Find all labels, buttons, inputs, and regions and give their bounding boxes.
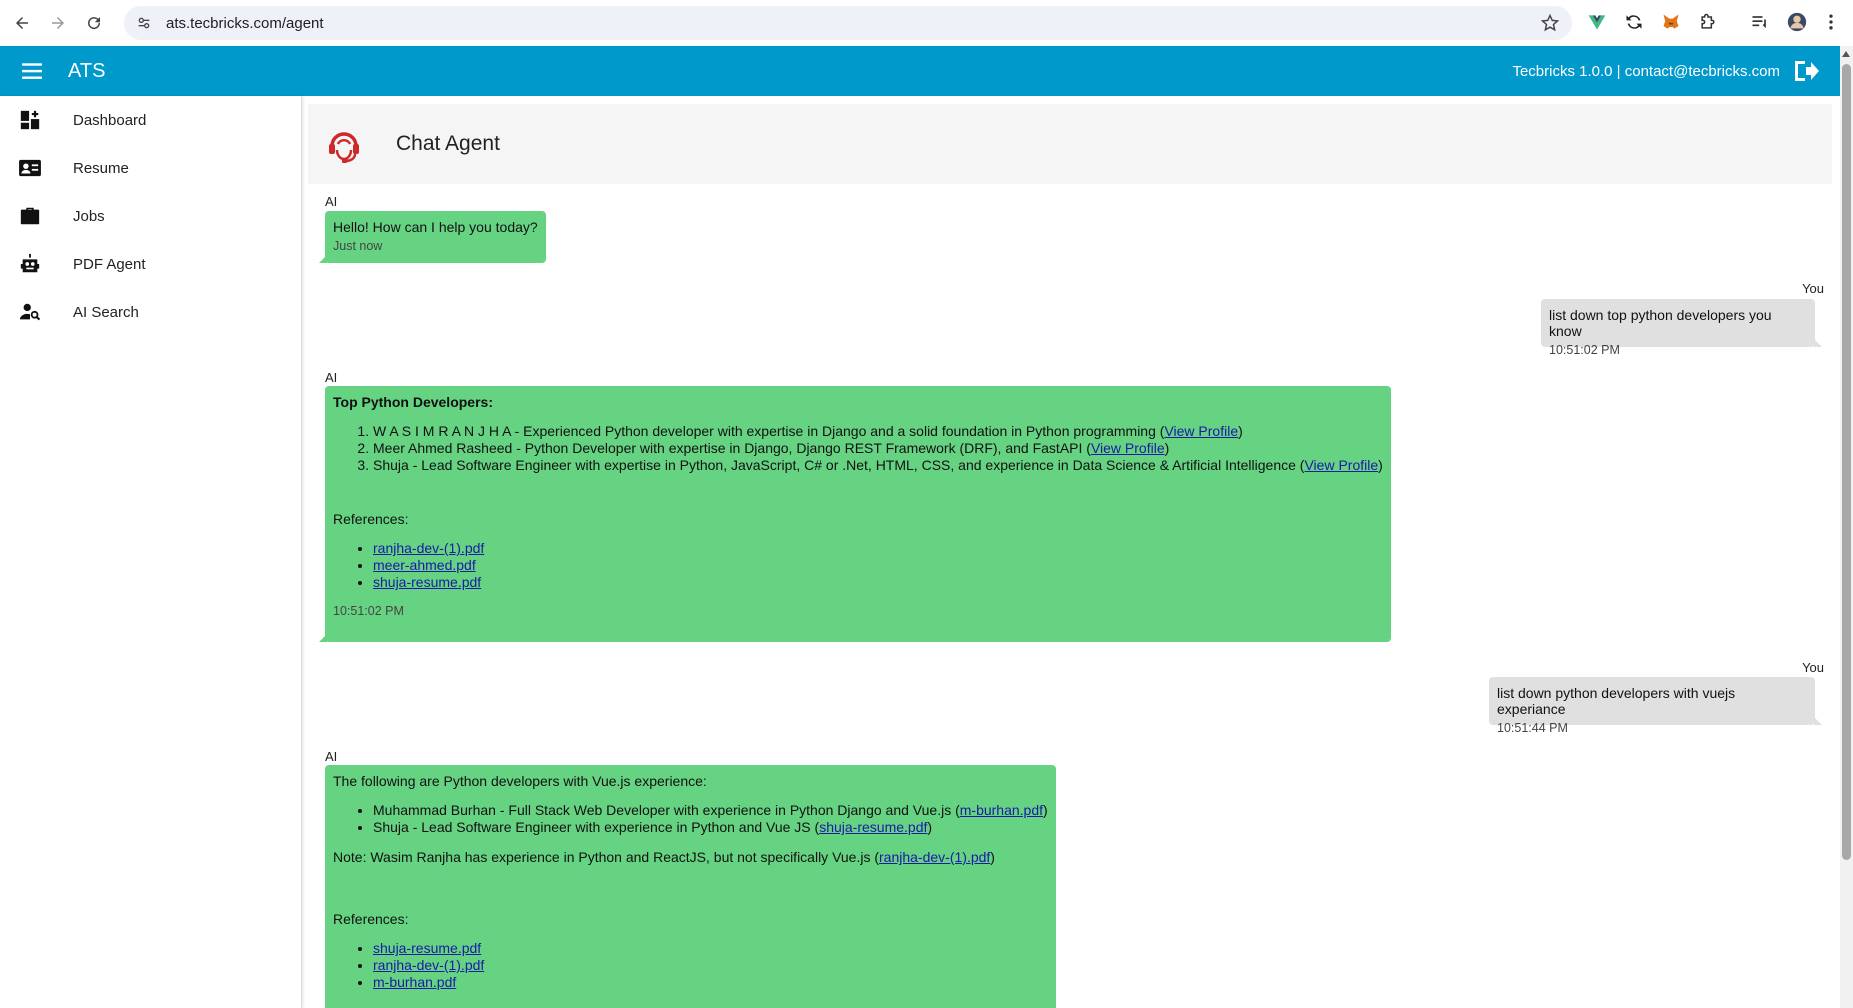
view-profile-link[interactable]: View Profile [1164,423,1238,439]
ai-message: Top Python Developers: W A S I M R A N J… [319,386,1391,642]
message-text: list down python developers with vuejs e… [1497,685,1736,717]
reading-list-icon[interactable] [1749,11,1771,33]
list-item: shuja-resume.pdf [373,940,1048,957]
hamburger-menu-icon[interactable] [18,60,46,82]
response-heading: Top Python Developers: [333,394,493,410]
message-text: Hello! How can I help you today? [333,219,538,235]
reference-link[interactable]: m-burhan.pdf [373,974,456,990]
app-bar: ATS Tecbricks 1.0.0 | contact@tecbricks.… [0,46,1840,96]
chat-header: Chat Agent [308,104,1832,184]
browser-menu-icon[interactable] [1820,11,1842,33]
user-message: list down python developers with vuejs e… [1489,677,1822,735]
reference-link[interactable]: shuja-resume.pdf [373,574,481,590]
extensions-puzzle-icon[interactable] [1697,11,1719,33]
site-info-icon[interactable] [136,15,152,31]
list-item: m-burhan.pdf [373,974,1048,991]
reference-link[interactable]: ranjha-dev-(1).pdf [373,540,484,556]
message-time: 10:51:02 PM [1549,343,1620,357]
page-scrollbar[interactable] [1840,46,1853,1008]
address-bar[interactable]: ats.tecbricks.com/agent [124,6,1572,40]
user-message: list down top python developers you know… [1541,299,1822,357]
sync-extension-icon[interactable] [1623,11,1645,33]
sidebar-item-jobs[interactable]: Jobs [0,192,301,240]
app-version-contact: Tecbricks 1.0.0 | contact@tecbricks.com [1512,62,1780,80]
logout-icon[interactable] [1792,58,1820,84]
list-item: ranjha-dev-(1).pdf [373,957,1048,974]
chat-title: Chat Agent [396,132,500,155]
robot-icon [17,251,43,277]
resume-link[interactable]: shuja-resume.pdf [819,819,927,835]
profile-avatar-icon[interactable] [1786,11,1808,33]
view-profile-link[interactable]: View Profile [1091,440,1165,456]
list-item: shuja-resume.pdf [373,574,1383,591]
sender-label: You [1802,281,1824,296]
message-time: Just now [333,239,383,253]
sidebar-item-label: AI Search [73,303,139,321]
scrollbar-thumb[interactable] [1842,64,1851,860]
contact-card-icon [17,155,43,181]
references-list: shuja-resume.pdf ranjha-dev-(1).pdf m-bu… [333,940,1048,991]
metamask-fox-icon[interactable] [1660,11,1682,33]
sidebar-item-resume[interactable]: Resume [0,144,301,192]
sidebar-item-label: PDF Agent [73,255,146,273]
developer-list: W A S I M R A N J H A - Experienced Pyth… [333,423,1383,474]
forward-icon[interactable] [40,5,76,41]
back-icon[interactable] [4,5,40,41]
sender-label: AI [325,194,338,209]
resume-link[interactable]: ranjha-dev-(1).pdf [879,849,990,865]
sidebar: Dashboard Resume Jobs PDF Agent AI Searc… [0,96,302,1008]
message-time: 10:51:44 PM [1497,721,1568,735]
ai-message: Hello! How can I help you today? Just no… [319,211,546,263]
sidebar-item-pdf-agent[interactable]: PDF Agent [0,240,301,288]
app-title: ATS [68,59,106,82]
reference-link[interactable]: meer-ahmed.pdf [373,557,476,573]
sidebar-item-label: Dashboard [73,111,147,129]
sidebar-item-ai-search[interactable]: AI Search [0,288,301,336]
sidebar-item-label: Jobs [73,207,105,225]
response-intro: The following are Python developers with… [333,773,707,789]
list-item: Meer Ahmed Rasheed - Python Developer wi… [373,440,1383,457]
list-item: meer-ahmed.pdf [373,557,1383,574]
person-search-icon [17,299,43,325]
reload-icon[interactable] [76,5,112,41]
reference-link[interactable]: shuja-resume.pdf [373,940,481,956]
references-label: References: [333,511,409,527]
dashboard-icon [17,107,43,133]
message-time: 10:51:02 PM [333,604,404,618]
reference-link[interactable]: ranjha-dev-(1).pdf [373,957,484,973]
scroll-up-arrow-icon[interactable] [1842,51,1850,57]
resume-link[interactable]: m-burhan.pdf [960,802,1043,818]
chat-main: Chat Agent AI Hello! How can I help you … [308,96,1832,1008]
vue-devtools-icon[interactable] [1586,11,1608,33]
view-profile-link[interactable]: View Profile [1304,457,1378,473]
message-text: list down top python developers you know [1549,307,1772,339]
briefcase-icon [17,203,43,229]
ai-message: The following are Python developers with… [325,765,1056,1008]
headset-agent-icon [329,132,359,163]
bookmark-star-icon[interactable] [1540,13,1560,33]
developer-list: Muhammad Burhan - Full Stack Web Develop… [333,802,1048,836]
browser-toolbar: ats.tecbricks.com/agent [0,0,1853,46]
sidebar-item-label: Resume [73,159,129,177]
url-text: ats.tecbricks.com/agent [166,14,324,32]
references-list: ranjha-dev-(1).pdf meer-ahmed.pdf shuja-… [333,540,1383,591]
list-item: W A S I M R A N J H A - Experienced Pyth… [373,423,1383,440]
sender-label: AI [325,370,338,385]
sender-label: AI [325,749,338,764]
list-item: Shuja - Lead Software Engineer with expe… [373,819,1048,836]
list-item: ranjha-dev-(1).pdf [373,540,1383,557]
list-item: Shuja - Lead Software Engineer with expe… [373,457,1383,474]
response-note: Note: Wasim Ranjha has experience in Pyt… [333,849,995,865]
sidebar-item-dashboard[interactable]: Dashboard [0,96,301,144]
list-item: Muhammad Burhan - Full Stack Web Develop… [373,802,1048,819]
sender-label: You [1802,660,1824,675]
references-label: References: [333,911,409,927]
